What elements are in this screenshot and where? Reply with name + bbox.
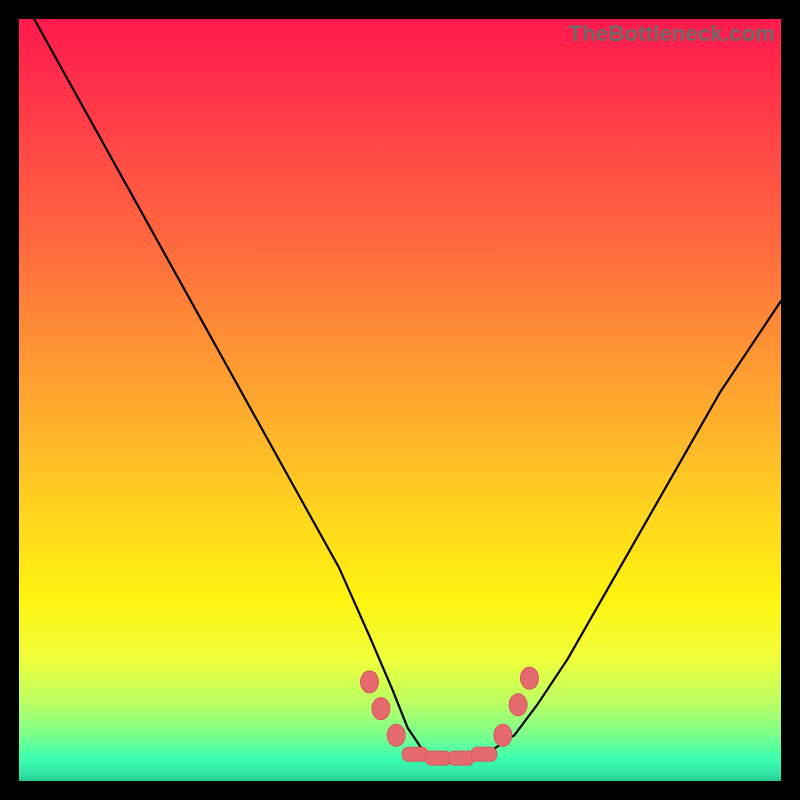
curve-markers	[361, 667, 539, 765]
bottleneck-curve-svg	[19, 19, 781, 781]
curve-marker	[521, 667, 539, 689]
curve-marker	[471, 747, 497, 761]
chart-plot-area: TheBottleneck.com	[19, 19, 781, 781]
chart-frame: TheBottleneck.com	[0, 0, 800, 800]
bottleneck-curve-path	[34, 19, 781, 758]
curve-marker	[425, 751, 451, 765]
curve-marker	[448, 751, 474, 765]
curve-marker	[494, 724, 512, 746]
curve-marker	[387, 724, 405, 746]
curve-marker	[361, 671, 379, 693]
curve-marker	[372, 698, 390, 720]
curve-marker	[509, 694, 527, 716]
curve-marker	[402, 747, 428, 761]
